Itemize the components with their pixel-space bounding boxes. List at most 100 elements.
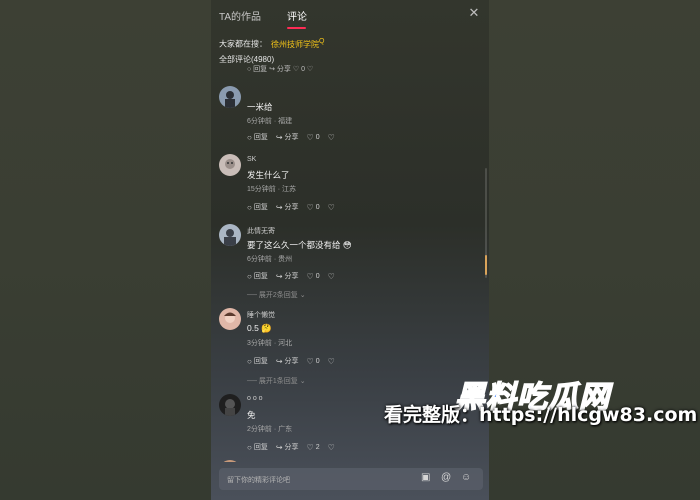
comment-input-bar: ▣ @ ☺ bbox=[219, 468, 483, 490]
like-button[interactable]: ♡ 0 bbox=[307, 272, 320, 281]
comment-actions: ○ 回复 ↪ 分享 ♡ 0 ♡ bbox=[247, 132, 345, 142]
share-button[interactable]: ↪ 分享 bbox=[276, 202, 299, 212]
comment-text: 0.5 🤔 bbox=[247, 323, 272, 333]
dislike-button[interactable]: ♡ bbox=[328, 357, 337, 366]
like-count: 0 bbox=[315, 357, 320, 365]
scrollbar-thumb[interactable] bbox=[485, 255, 487, 275]
share-arrow-icon: ↪ bbox=[275, 271, 283, 281]
like-button[interactable]: ♡ 0 bbox=[307, 357, 320, 366]
dislike-button[interactable]: ♡ bbox=[328, 272, 337, 281]
comment-author[interactable]: SK bbox=[247, 156, 256, 163]
avatar[interactable] bbox=[219, 460, 241, 462]
comment-actions: ○ 回复 ↪ 分享 ♡ 0 ♡ bbox=[247, 202, 345, 212]
comment-text: 一米给 bbox=[247, 102, 273, 112]
reply-label: 回复 bbox=[253, 204, 268, 211]
heart-icon: ♡ bbox=[306, 271, 314, 281]
comment-actions: ○ 回复 ↪ 分享 ♡ 0 ♡ bbox=[247, 271, 345, 281]
tab-works[interactable]: TA的作品 bbox=[219, 8, 261, 23]
comment-input[interactable] bbox=[225, 472, 409, 488]
close-icon[interactable]: ✕ bbox=[467, 6, 481, 20]
avatar[interactable] bbox=[219, 394, 241, 416]
share-label: 分享 bbox=[284, 444, 299, 451]
reply-button[interactable]: ○ 回复 bbox=[247, 356, 268, 366]
reply-label: 回复 bbox=[253, 134, 268, 141]
watermark-url-text: 看完整版：https://hlcgw83.com bbox=[384, 404, 698, 426]
reply-button[interactable]: ○ 回复 bbox=[247, 132, 268, 142]
like-count: 0 bbox=[315, 272, 320, 280]
image-icon[interactable]: ▣ bbox=[421, 472, 430, 483]
expand-replies-button[interactable]: ── 展开1条回复 ⌄ bbox=[247, 376, 306, 386]
broken-heart-icon: ♡ bbox=[327, 442, 335, 452]
reply-button[interactable]: ○ 回复 bbox=[247, 271, 268, 281]
expand-replies-label: 展开1条回复 bbox=[258, 378, 298, 385]
tab-comments[interactable]: 评论 bbox=[287, 8, 307, 23]
video-background-left bbox=[0, 0, 211, 500]
reply-label: 回复 bbox=[253, 273, 268, 280]
like-button[interactable]: ♡ 0 bbox=[307, 203, 320, 212]
search-suggestion-link[interactable]: 徐州技师学院 bbox=[271, 40, 319, 49]
chat-bubble-icon: ○ bbox=[247, 442, 252, 452]
share-label: 分享 bbox=[284, 134, 299, 141]
share-label: 分享 bbox=[284, 273, 299, 280]
comment-author[interactable]: 睡个懒觉 bbox=[247, 310, 275, 320]
broken-heart-icon: ♡ bbox=[327, 356, 335, 366]
active-tab-indicator bbox=[287, 27, 306, 29]
comment-text: 发生什么了 bbox=[247, 170, 290, 180]
comment-text: 要了这么久一个都没有给 😳 bbox=[247, 240, 352, 250]
search-hint-prefix: 大家都在搜： bbox=[219, 39, 267, 49]
share-button[interactable]: ↪ 分享 bbox=[276, 132, 299, 142]
reply-button[interactable]: ○ 回复 bbox=[247, 202, 268, 212]
share-arrow-icon: ↪ bbox=[275, 356, 283, 366]
comment-actions: ○ 回复 ↪ 分享 ♡ 0 ♡ bbox=[247, 356, 345, 366]
chat-bubble-icon: ○ bbox=[247, 132, 252, 142]
like-count: 0 bbox=[315, 203, 320, 211]
comment-meta: 15分钟前 · 江苏 bbox=[247, 186, 297, 193]
avatar[interactable] bbox=[219, 86, 241, 108]
expand-replies-button[interactable]: ── 展开2条回复 ⌄ bbox=[247, 290, 306, 300]
chat-bubble-icon: ○ bbox=[247, 202, 252, 212]
like-count: 2 bbox=[315, 443, 320, 451]
share-label: 分享 bbox=[284, 358, 299, 365]
comment-meta: 3分钟前 · 河北 bbox=[247, 340, 293, 347]
like-count: 0 bbox=[315, 133, 320, 141]
comment-meta: 6分钟前 · 贵州 bbox=[247, 256, 293, 263]
avatar[interactable] bbox=[219, 308, 241, 330]
panel-tabs: TA的作品 评论 ✕ bbox=[211, 0, 489, 32]
broken-heart-icon: ♡ bbox=[327, 271, 335, 281]
comment-text: 免 bbox=[247, 410, 256, 420]
dislike-button[interactable]: ♡ bbox=[328, 443, 337, 452]
share-arrow-icon: ↪ bbox=[275, 132, 283, 142]
heart-icon: ♡ bbox=[306, 202, 314, 212]
reply-label: 回复 bbox=[253, 444, 268, 451]
share-button[interactable]: ↪ 分享 bbox=[276, 442, 299, 452]
avatar[interactable] bbox=[219, 154, 241, 176]
at-icon[interactable]: @ bbox=[441, 472, 451, 483]
like-button[interactable]: ♡ 0 bbox=[307, 133, 320, 142]
reply-label: 回复 bbox=[253, 358, 268, 365]
search-icon: Q bbox=[319, 38, 325, 45]
avatar[interactable] bbox=[219, 224, 241, 246]
comment-meta: 2分钟前 · 广东 bbox=[247, 426, 293, 433]
comment-author[interactable]: o o o bbox=[247, 395, 263, 402]
dislike-button[interactable]: ♡ bbox=[328, 133, 337, 142]
dislike-button[interactable]: ♡ bbox=[328, 203, 337, 212]
search-suggestion: 大家都在搜： 徐州技师学院Q bbox=[219, 38, 324, 50]
heart-icon: ♡ bbox=[306, 356, 314, 366]
expand-replies-label: 展开2条回复 bbox=[258, 292, 298, 299]
comment-actions: ○ 回复 ↪ 分享 ♡ 2 ♡ bbox=[247, 442, 345, 452]
share-arrow-icon: ↪ bbox=[275, 202, 283, 212]
heart-icon: ♡ bbox=[306, 132, 314, 142]
broken-heart-icon: ♡ bbox=[327, 202, 335, 212]
share-label: 分享 bbox=[284, 204, 299, 211]
share-button[interactable]: ↪ 分享 bbox=[276, 271, 299, 281]
reply-button[interactable]: ○ 回复 bbox=[247, 442, 268, 452]
comment-author[interactable]: 此情无寄 bbox=[247, 226, 275, 236]
partial-comment-actions: ○ 回复 ↪ 分享 ♡ 0 ♡ bbox=[247, 66, 314, 73]
share-button[interactable]: ↪ 分享 bbox=[276, 356, 299, 366]
chat-bubble-icon: ○ bbox=[247, 271, 252, 281]
chat-bubble-icon: ○ bbox=[247, 356, 252, 366]
smiley-icon[interactable]: ☺ bbox=[461, 472, 471, 483]
like-button[interactable]: ♡ 2 bbox=[307, 443, 320, 452]
comment-meta: 6分钟前 · 福建 bbox=[247, 118, 293, 125]
broken-heart-icon: ♡ bbox=[327, 132, 335, 142]
